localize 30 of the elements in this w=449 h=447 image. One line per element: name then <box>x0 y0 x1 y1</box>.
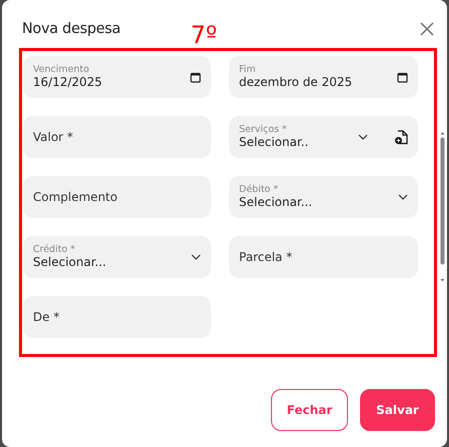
close-button[interactable]: Fechar <box>271 389 348 431</box>
field-value: Selecionar... <box>239 195 314 210</box>
field-value: Selecionar.. <box>239 135 310 150</box>
add-document-icon[interactable] <box>394 130 408 144</box>
dialog-title: Nova despesa <box>22 21 120 37</box>
calendar-icon[interactable] <box>397 72 408 82</box>
chevron-down-icon[interactable] <box>398 194 408 200</box>
field-value: 16/12/2025 <box>33 75 104 90</box>
select-field[interactable]: Serviços * Selecionar.. <box>229 116 418 158</box>
input-field[interactable]: Parcela * <box>229 236 418 278</box>
select-field[interactable]: Crédito * Selecionar... <box>23 236 211 278</box>
field-label: Fim <box>239 64 257 75</box>
field-value: dezembro de 2025 <box>239 75 354 90</box>
chevron-down-icon[interactable] <box>191 254 201 260</box>
close-icon[interactable] <box>419 21 435 37</box>
field-label: Débito * <box>239 184 280 195</box>
select-field[interactable]: Débito * Selecionar... <box>229 176 418 218</box>
date-field[interactable]: Fim dezembro de 2025 <box>229 56 418 98</box>
calendar-icon[interactable] <box>190 72 201 82</box>
field-label: Crédito * <box>33 244 76 255</box>
input-field[interactable]: De * <box>23 296 211 338</box>
date-field[interactable]: Vencimento 16/12/2025 <box>23 56 211 98</box>
annotation-number: 7º <box>190 23 218 47</box>
field-value: Selecionar... <box>33 255 108 270</box>
input-field[interactable]: Complemento <box>23 176 211 218</box>
save-button[interactable]: Salvar <box>360 389 435 431</box>
field-label: Vencimento <box>33 64 90 75</box>
input-field[interactable]: Valor * <box>23 116 211 158</box>
chevron-down-icon[interactable] <box>358 134 368 140</box>
field-label: Serviços * <box>239 124 288 135</box>
